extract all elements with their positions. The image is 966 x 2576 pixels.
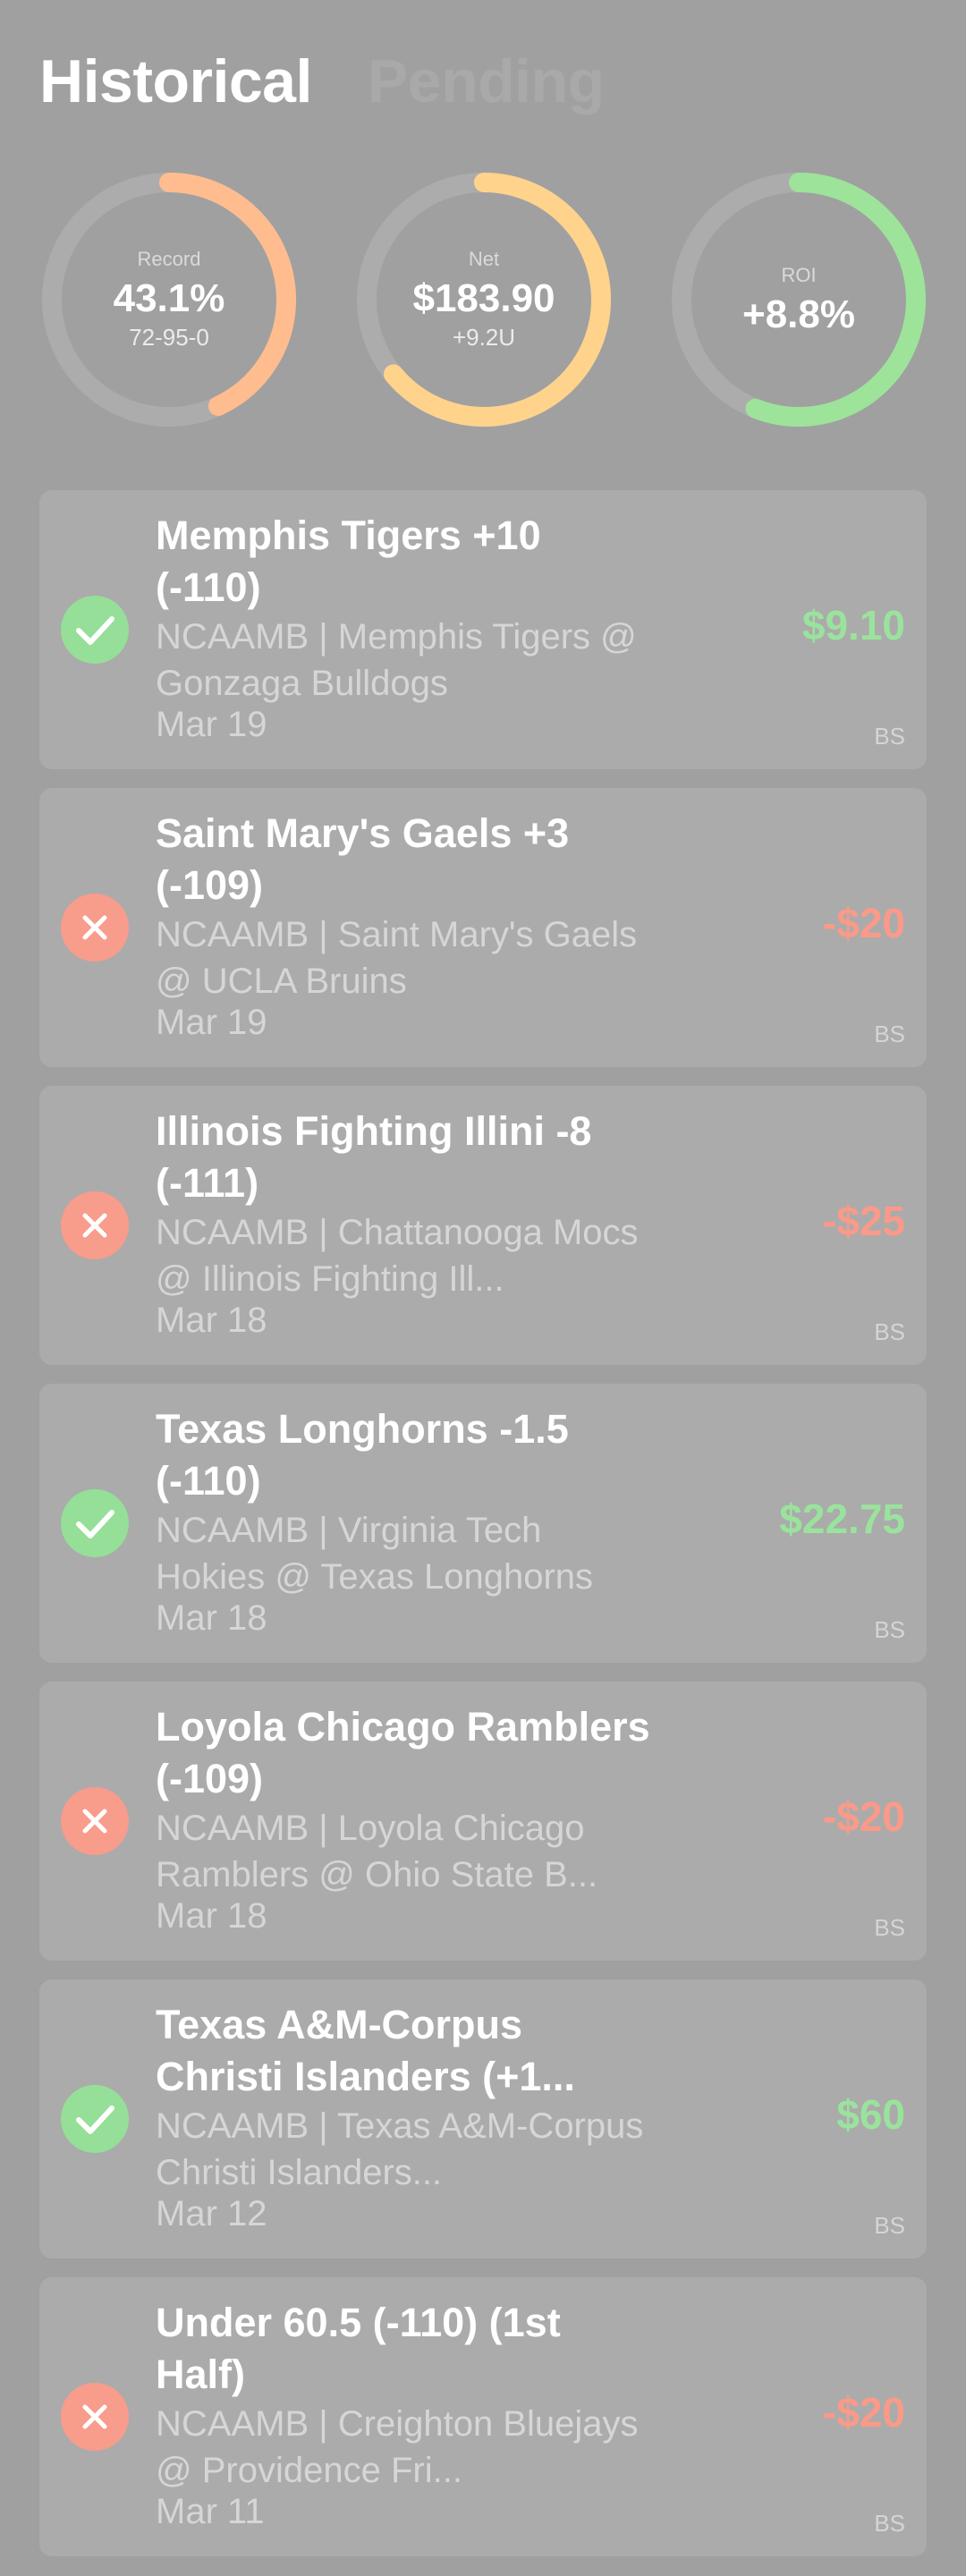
net-label: Net (468, 248, 500, 271)
stats-summary: Record 43.1% 72-95-0 Net $183.90 +9.2U R… (39, 170, 927, 429)
checkmark-icon (76, 2106, 114, 2134)
x-icon (82, 1809, 107, 1834)
bet-card[interactable]: Under 60.5 (-110) (1st Half) NCAAMB | Cr… (39, 2277, 927, 2556)
bet-amount: -$25 (822, 1198, 905, 1244)
record-value: 43.1% (113, 276, 225, 321)
result-badge (61, 1191, 129, 1259)
x-icon (82, 2404, 107, 2429)
sportsbook-label: BS (874, 1318, 905, 1345)
bet-amount: -$20 (822, 1793, 905, 1840)
bet-date: Mar 11 (156, 2492, 265, 2531)
bet-amount: -$20 (822, 2389, 905, 2436)
bet-date: Mar 19 (156, 705, 267, 744)
record-stat: Record 43.1% 72-95-0 (39, 170, 299, 429)
sportsbook-label: BS (874, 2212, 905, 2239)
record-label: Record (137, 248, 201, 271)
bet-description: NCAAMB | Memphis Tigers @ Gonzaga Bulldo… (156, 617, 637, 703)
sportsbook-label: BS (874, 723, 905, 750)
bet-date: Mar 18 (156, 1598, 267, 1638)
bet-title: Saint Mary's Gaels +3 (-109) (156, 810, 570, 908)
roi-label: ROI (781, 263, 817, 286)
bet-date: Mar 18 (156, 1301, 267, 1340)
bet-card[interactable]: Loyola Chicago Ramblers (-109) NCAAMB | … (39, 1682, 927, 1961)
sportsbook-label: BS (874, 1914, 905, 1941)
roi-value: +8.8% (742, 292, 855, 336)
bet-date: Mar 19 (156, 1003, 267, 1042)
sportsbook-label: BS (874, 1616, 905, 1643)
bet-title: Texas Longhorns -1.5 (-110) (156, 1406, 569, 1504)
bet-amount: $60 (836, 2091, 905, 2138)
bet-date: Mar 12 (156, 2194, 267, 2233)
x-icon (82, 915, 107, 940)
bet-card[interactable]: Illinois Fighting Illini -8 (-111) NCAAM… (39, 1086, 927, 1365)
bet-description: NCAAMB | Creighton Bluejays @ Providence… (156, 2404, 639, 2490)
bet-title: Memphis Tigers +10 (-110) (156, 513, 541, 610)
net-value: $183.90 (412, 276, 555, 321)
result-badge (61, 1489, 129, 1557)
bet-description: NCAAMB | Loyola Chicago Ramblers @ Ohio … (156, 1809, 598, 1894)
record-sub: 72-95-0 (129, 323, 209, 351)
tab-historical[interactable]: Historical (39, 47, 312, 116)
tab-pending[interactable]: Pending (368, 47, 605, 116)
bet-title: Loyola Chicago Ramblers (-109) (156, 1704, 650, 1801)
roi-stat: ROI +8.8% (669, 170, 928, 429)
sportsbook-label: BS (874, 1021, 905, 1047)
bet-description: NCAAMB | Virginia Tech Hokies @ Texas Lo… (156, 1511, 594, 1597)
bet-card[interactable]: Memphis Tigers +10 (-110) NCAAMB | Memph… (39, 490, 927, 769)
bet-card[interactable]: Saint Mary's Gaels +3 (-109) NCAAMB | Sa… (39, 788, 927, 1067)
bet-description: NCAAMB | Texas A&M-Corpus Christi Island… (156, 2106, 644, 2192)
bet-amount: -$20 (822, 900, 905, 946)
bet-amount: $9.10 (801, 602, 905, 648)
bet-description: NCAAMB | Chattanooga Mocs @ Illinois Fig… (156, 1213, 639, 1299)
bet-title: Illinois Fighting Illini -8 (-111) (156, 1108, 592, 1206)
bet-title: Under 60.5 (-110) (1st Half) (156, 2300, 561, 2397)
checkmark-icon (76, 616, 114, 645)
tab-bar: Historical Pending (39, 47, 605, 116)
sportsbook-label: BS (874, 2510, 905, 2537)
x-icon (82, 1213, 107, 1238)
checkmark-icon (76, 1510, 114, 1538)
net-sub: +9.2U (452, 323, 516, 351)
result-badge (61, 894, 129, 962)
bet-date: Mar 18 (156, 1896, 267, 1936)
net-stat: Net $183.90 +9.2U (354, 170, 614, 429)
result-badge (61, 2383, 129, 2451)
result-badge (61, 2085, 129, 2153)
bet-card[interactable]: Texas A&M-Corpus Christi Islanders (+1..… (39, 1979, 927, 2258)
result-badge (61, 1787, 129, 1855)
bet-amount: $22.75 (779, 1496, 905, 1542)
bet-title: Texas A&M-Corpus Christi Islanders (+1..… (156, 2002, 575, 2099)
bet-card[interactable]: Texas Longhorns -1.5 (-110) NCAAMB | Vir… (39, 1384, 927, 1663)
result-badge (61, 596, 129, 664)
bet-description: NCAAMB | Saint Mary's Gaels @ UCLA Bruin… (156, 915, 638, 1001)
